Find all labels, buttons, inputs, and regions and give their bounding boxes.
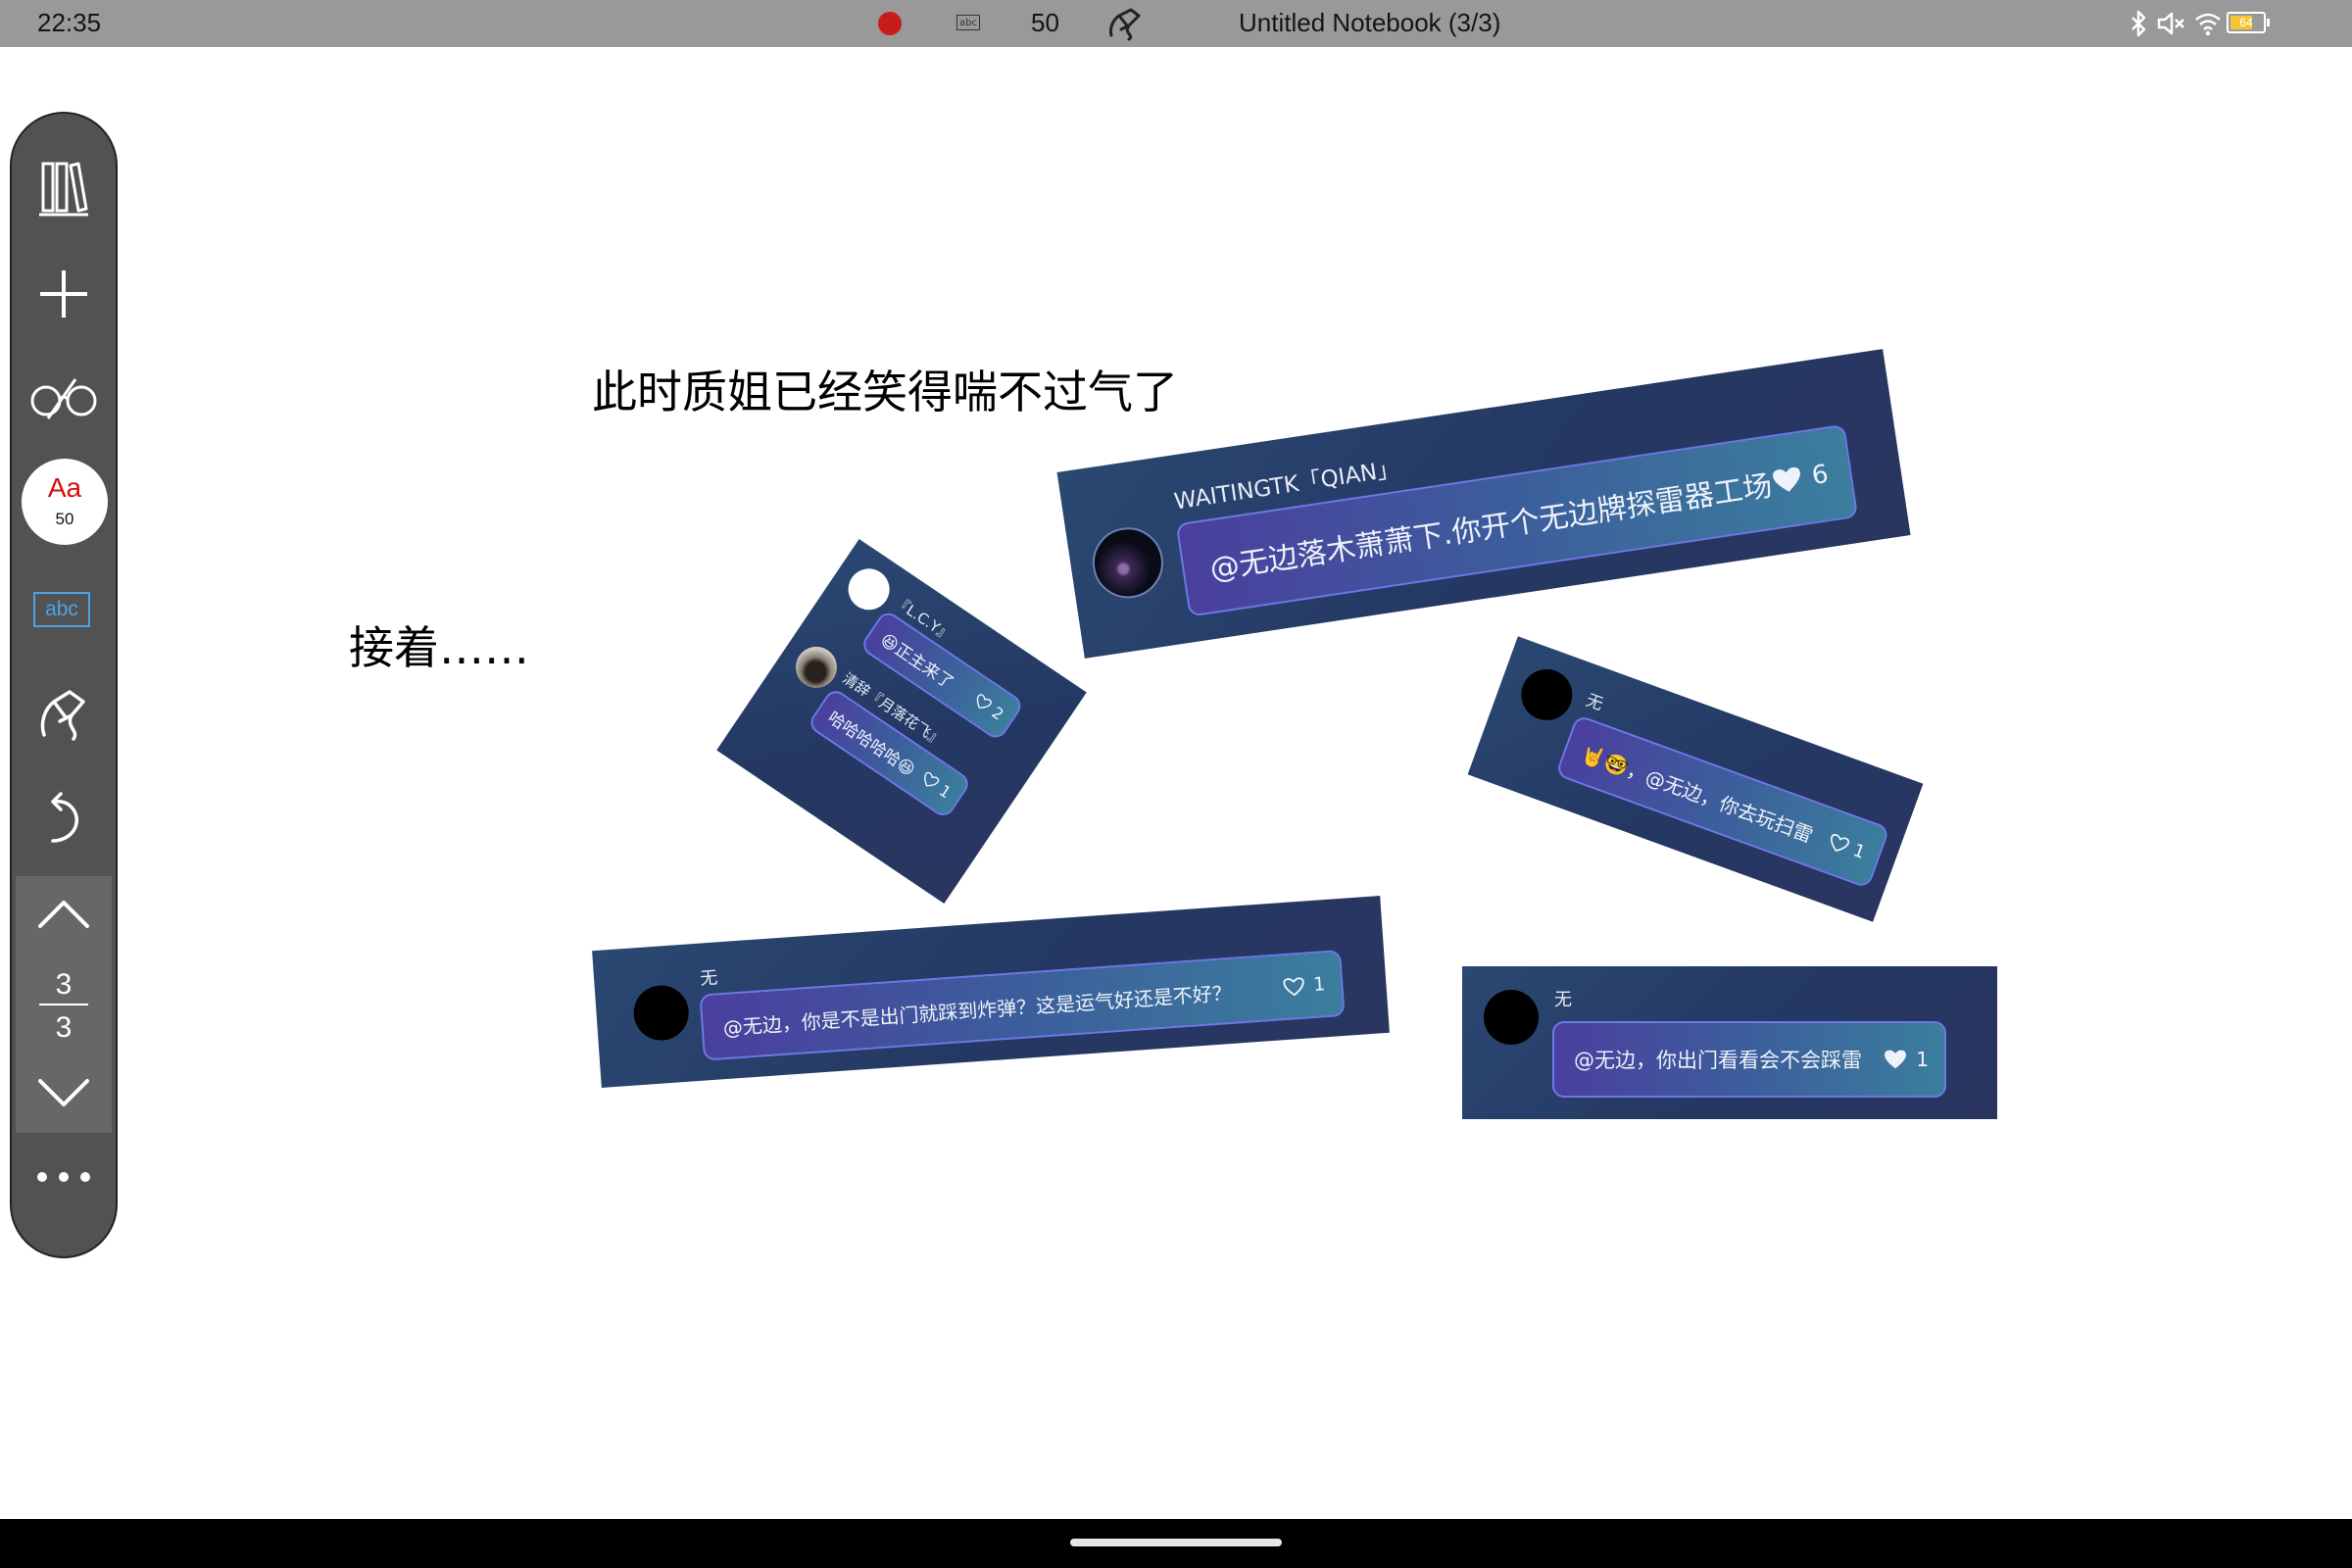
page-down-button[interactable] (16, 1068, 112, 1117)
notebook-title: Untitled Notebook (3/3) (1239, 8, 1501, 37)
pen-size-label[interactable]: 50 (1031, 8, 1059, 38)
mute-icon (2157, 12, 2184, 35)
comment-text: @无边，你是不是出门就踩到炸弹？这是运气好还是不好？ (722, 980, 1233, 1040)
avatar (1513, 662, 1580, 728)
like-count: 6 (1809, 459, 1831, 491)
undo-button[interactable] (12, 780, 116, 858)
pen-icon[interactable] (1105, 6, 1145, 41)
page-navigator: 3 3 (16, 876, 112, 1133)
like-counter[interactable]: 6 (1769, 459, 1831, 497)
avatar (1484, 990, 1539, 1045)
font-tool-button[interactable]: Aa 50 (22, 459, 108, 545)
record-icon[interactable] (878, 12, 902, 35)
avatar (840, 561, 898, 618)
comment-bubble: @无边落木萧萧下.你开个无边牌探雷器工场 6 (1175, 423, 1859, 617)
bluetooth-icon (2132, 10, 2146, 37)
comment-user: 无 (1554, 990, 1572, 1010)
text-box-tool-button[interactable]: abc (33, 592, 90, 627)
comment-text: @无边，你出门看看会不会踩雷 (1574, 1049, 1862, 1072)
text-box-icon[interactable]: abc (956, 15, 980, 30)
note-text-line-2[interactable]: 接着…… (349, 612, 529, 677)
like-counter[interactable]: 1 (1883, 1048, 1929, 1071)
like-count: 1 (936, 780, 956, 802)
like-count: 2 (988, 702, 1007, 724)
like-count: 1 (1312, 973, 1327, 996)
heart-filled-icon (1772, 466, 1800, 492)
add-icon (40, 270, 87, 318)
navigation-bar (0, 1519, 2352, 1568)
avatar (1088, 522, 1168, 604)
like-count: 1 (1916, 1048, 1929, 1071)
comment-user: 无 (1583, 690, 1606, 715)
comment-card-3[interactable]: 无 🤘🤓，@无边，你去玩扫雷 1 (1467, 636, 1924, 922)
comment-card-2[interactable]: 『L.C.Y』 😆正主来了 2 清辞『月落花飞』 哈哈哈哈哈😆 1 (716, 538, 1087, 905)
page-divider (39, 1004, 88, 1005)
like-counter[interactable]: 2 (970, 690, 1007, 723)
like-counter[interactable]: 1 (917, 768, 955, 802)
comment-card-1[interactable]: WAITINGTK「QIAN」 @无边落木萧萧下.你开个无边牌探雷器工场 6 (1056, 349, 1911, 659)
read-mode-button[interactable] (12, 359, 116, 437)
read-mode-icon (30, 378, 97, 419)
heart-filled-icon (1885, 1050, 1907, 1069)
like-counter[interactable]: 1 (1282, 973, 1327, 998)
comment-user: 无 (699, 967, 719, 990)
avatar (787, 638, 846, 697)
comment-text: 🤘🤓，@无边，你去玩扫雷 (1578, 741, 1817, 848)
comment-bubble: @无边，你出门看看会不会踩雷 1 (1552, 1021, 1946, 1098)
like-count: 1 (1850, 839, 1869, 863)
battery-level: 64 (2239, 16, 2253, 29)
heart-outline-icon (923, 771, 940, 787)
status-bar: 22:35 abc 50 Untitled Notebook (3/3) 64 (0, 0, 2352, 47)
comment-card-4[interactable]: 无 @无边，你是不是出门就踩到炸弹？这是运气好还是不好？ 1 (592, 896, 1390, 1088)
wifi-icon (2195, 13, 2221, 36)
avatar (631, 983, 691, 1043)
chevron-up-icon (38, 901, 89, 928)
font-tool-label: Aa (47, 472, 82, 503)
undo-icon (51, 792, 79, 843)
comment-bubble: 🤘🤓，@无边，你去玩扫雷 1 (1554, 713, 1890, 890)
status-time: 22:35 (37, 8, 102, 37)
add-page-button[interactable] (12, 255, 116, 333)
total-pages: 3 (55, 1011, 73, 1044)
battery-icon: 64 (2227, 12, 2270, 33)
chevron-down-icon (38, 1079, 89, 1106)
like-counter[interactable]: 1 (1825, 830, 1868, 862)
left-toolbar: Aa 50 abc 3 3 (10, 112, 118, 1258)
home-gesture-bar[interactable] (1070, 1539, 1282, 1546)
page-up-button[interactable] (16, 890, 112, 939)
lasso-tool-button[interactable] (12, 674, 116, 753)
current-page: 3 (55, 968, 73, 1001)
more-icon (37, 1172, 90, 1182)
heart-outline-icon (976, 694, 992, 709)
library-icon (39, 162, 88, 217)
note-text-line-1[interactable]: 此时质姐已经笑得喘不过气了 (592, 357, 1178, 421)
lasso-tool-icon (40, 690, 85, 741)
comment-bubble: @无边，你是不是出门就踩到炸弹？这是运气好还是不好？ 1 (699, 950, 1346, 1061)
more-button[interactable] (12, 1152, 116, 1201)
library-button[interactable] (12, 149, 116, 227)
heart-outline-icon (1283, 976, 1304, 996)
font-size-label: 50 (55, 510, 74, 528)
comment-card-5[interactable]: 无 @无边，你出门看看会不会踩雷 1 (1462, 966, 1997, 1119)
heart-outline-icon (1830, 833, 1849, 852)
